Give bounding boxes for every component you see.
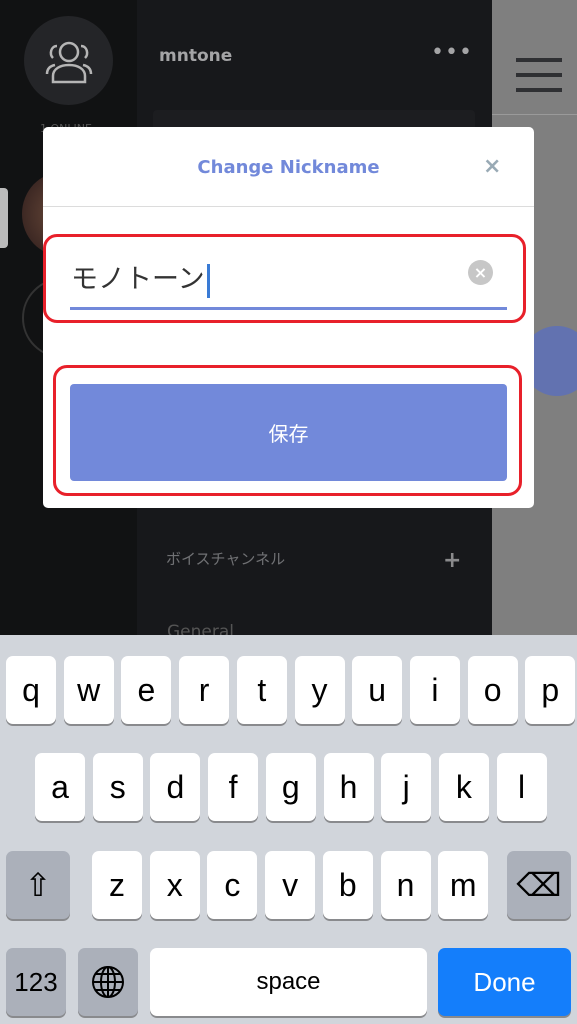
done-key[interactable]: Done [438,948,571,1016]
nickname-value: モノトーン [71,264,205,295]
save-button[interactable]: 保存 [70,384,507,481]
divider [43,206,534,207]
keyboard: q w e r t y u i o p a s d f g h j k l z x c v b n m ⇧ ⌫ 123 space Done [0,635,577,1024]
key-m[interactable]: m [438,851,489,919]
key-p[interactable]: p [525,656,576,724]
selected-indicator [0,188,8,248]
key-j[interactable]: j [381,753,432,821]
key-e[interactable]: e [121,656,172,724]
close-icon[interactable]: × [483,154,501,179]
key-k[interactable]: k [438,753,489,821]
key-b[interactable]: b [322,851,373,919]
key-h[interactable]: h [323,753,374,821]
key-g[interactable]: g [265,753,316,821]
key-t[interactable]: t [236,656,287,724]
text-caret [206,263,210,298]
key-c[interactable]: c [207,851,258,919]
more-options-icon[interactable]: ••• [431,40,473,65]
key-f[interactable]: f [208,753,259,821]
numbers-key[interactable]: 123 [6,948,66,1016]
shift-key[interactable]: ⇧ [6,851,70,919]
chat-header [492,0,577,115]
key-d[interactable]: d [150,753,201,821]
change-nickname-dialog: Change Nickname × モノトーン × 保存 [43,127,534,508]
friends-icon [45,41,92,83]
key-l[interactable]: l [496,753,547,821]
nickname-input[interactable]: モノトーン × [70,247,507,310]
key-q[interactable]: q [6,656,56,724]
key-n[interactable]: n [380,851,431,919]
space-key[interactable]: space [150,948,427,1016]
key-w[interactable]: w [63,656,114,724]
add-channel-icon[interactable]: + [443,548,461,573]
backspace-key[interactable]: ⌫ [507,851,571,919]
globe-key[interactable] [78,948,138,1016]
menu-icon[interactable] [516,58,562,103]
key-a[interactable]: a [35,753,85,821]
key-y[interactable]: y [294,656,345,724]
key-x[interactable]: x [149,851,200,919]
server-name: mntone [159,46,233,66]
clear-text-icon[interactable]: × [468,260,493,285]
key-r[interactable]: r [179,656,230,724]
key-s[interactable]: s [92,753,143,821]
key-u[interactable]: u [352,656,403,724]
voice-channels-header: ボイスチャンネル [166,550,286,568]
direct-messages-button[interactable] [24,16,113,105]
key-z[interactable]: z [92,851,142,919]
key-v[interactable]: v [265,851,316,919]
dialog-title: Change Nickname [197,157,380,178]
globe-icon [92,966,124,998]
key-o[interactable]: o [467,656,518,724]
key-i[interactable]: i [409,656,460,724]
